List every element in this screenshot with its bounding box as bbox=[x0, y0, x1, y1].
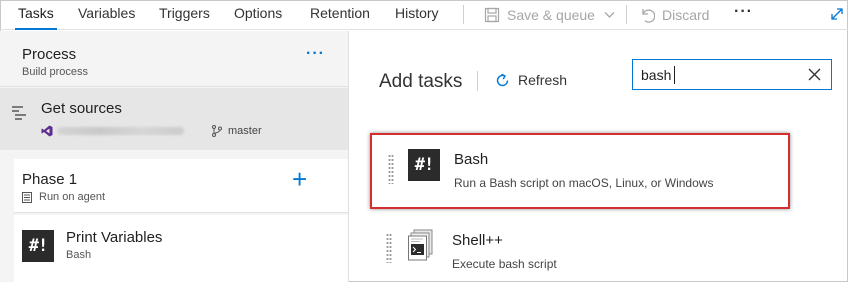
close-icon[interactable] bbox=[808, 68, 821, 81]
process-more-button[interactable]: ··· bbox=[306, 45, 325, 63]
visual-studio-icon bbox=[41, 125, 53, 137]
task-title: Bash bbox=[454, 151, 489, 168]
refresh-label: Refresh bbox=[518, 72, 568, 88]
add-task-button[interactable]: + bbox=[292, 164, 307, 194]
branch-icon bbox=[212, 125, 222, 137]
task-description: Execute bash script bbox=[452, 257, 557, 271]
more-actions-button[interactable]: ··· bbox=[734, 3, 753, 21]
task-result-shellpp[interactable]: Shell++ Execute bash script bbox=[370, 217, 790, 282]
process-subtitle: Build process bbox=[22, 66, 89, 78]
chevron-down-icon bbox=[604, 12, 615, 18]
add-tasks-title: Add tasks bbox=[379, 71, 463, 92]
bash-icon: #! bbox=[408, 149, 440, 181]
toolbar-divider bbox=[626, 5, 627, 24]
process-title: Process bbox=[22, 46, 77, 63]
discard-label: Discard bbox=[662, 7, 710, 23]
task-title: Shell++ bbox=[452, 232, 503, 249]
save-and-queue-label: Save & queue bbox=[507, 7, 595, 23]
tab-options[interactable]: Options bbox=[234, 0, 282, 30]
search-input[interactable] bbox=[641, 65, 801, 85]
text-cursor bbox=[674, 66, 675, 84]
task-description: Run a Bash script on macOS, Linux, or Wi… bbox=[454, 176, 714, 190]
add-tasks-pane: Add tasks Refresh #! Bash Run a Bash scr… bbox=[350, 31, 847, 281]
top-tab-bar: Tasks Variables Triggers Options Retenti… bbox=[0, 0, 848, 30]
shell-script-icon bbox=[408, 229, 433, 261]
refresh-button[interactable]: Refresh bbox=[495, 72, 567, 88]
toolbar-divider bbox=[463, 5, 464, 24]
bash-icon: #! bbox=[22, 230, 54, 262]
task-subtitle: Bash bbox=[66, 249, 92, 261]
pipeline-pane: Process Build process ··· Get sources ma… bbox=[0, 31, 349, 282]
agent-icon bbox=[22, 192, 32, 203]
save-icon bbox=[484, 7, 500, 23]
repository-name-redacted bbox=[57, 127, 184, 135]
task-search-box[interactable] bbox=[632, 59, 832, 90]
source-list-icon bbox=[12, 106, 26, 120]
task-result-bash[interactable]: #! Bash Run a Bash script on macOS, Linu… bbox=[370, 133, 790, 209]
undo-icon bbox=[642, 9, 655, 23]
branch-name: master bbox=[228, 125, 262, 137]
expand-icon[interactable] bbox=[830, 7, 844, 21]
task-title: Print Variables bbox=[66, 229, 163, 246]
get-sources-item[interactable]: Get sources master bbox=[0, 88, 348, 150]
tab-history[interactable]: History bbox=[395, 0, 439, 30]
phase-subtitle: Run on agent bbox=[39, 191, 106, 203]
drag-handle-icon[interactable] bbox=[388, 154, 394, 184]
drag-handle-icon[interactable] bbox=[386, 233, 392, 263]
save-and-queue-button[interactable]: Save & queue bbox=[484, 0, 615, 30]
phase-item[interactable]: Phase 1 Run on agent + bbox=[14, 159, 348, 213]
phase-title: Phase 1 bbox=[22, 171, 78, 188]
tab-retention[interactable]: Retention bbox=[310, 0, 370, 30]
tab-variables[interactable]: Variables bbox=[78, 0, 135, 30]
get-sources-title: Get sources bbox=[41, 100, 122, 117]
discard-button[interactable]: Discard bbox=[639, 0, 709, 30]
tab-tasks[interactable]: Tasks bbox=[15, 0, 57, 30]
header-divider bbox=[477, 71, 478, 91]
process-section[interactable]: Process Build process ··· bbox=[0, 31, 348, 87]
tab-triggers[interactable]: Triggers bbox=[159, 0, 210, 30]
print-variables-task[interactable]: #! Print Variables Bash bbox=[14, 215, 348, 282]
refresh-icon bbox=[496, 73, 509, 86]
